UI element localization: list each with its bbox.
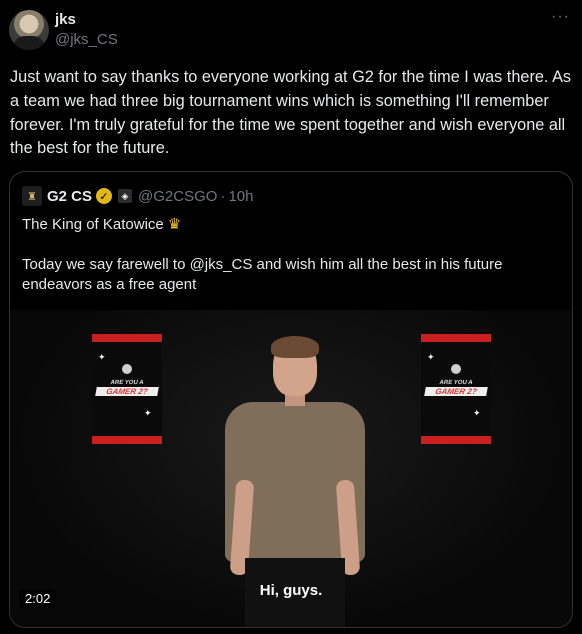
quoted-tweet-header: ♜ G2 CS ✓ ◈ @G2CSGO · 10h [22,186,253,206]
poster-body: ✦ ARE YOU A GAMER 2? ✦ [92,342,162,436]
tweet[interactable]: jks @jks_CS ··· Just want to say thanks … [0,0,582,634]
crown-icon: ♛ [167,216,182,233]
quoted-author-name[interactable]: G2 CS [47,188,92,205]
poster-line2: GAMER 2? [95,387,159,396]
sparkle-icon: ✦ [473,408,481,418]
quoted-author-handle[interactable]: @G2CSGO [138,188,217,205]
poster-line2: GAMER 2? [424,387,488,396]
subject-hair [271,336,319,358]
poster-bar-top [92,334,162,342]
g2-poster-logo-icon [451,364,461,374]
poster-line1: ARE YOU A [109,380,145,386]
verified-badge-icon: ✓ [96,188,113,204]
poster-line1: ARE YOU A [438,380,474,386]
quoted-tweet-text: Today we say farewell to @jks_CS and wis… [22,256,503,293]
quoted-tweet[interactable]: ♜ G2 CS ✓ ◈ @G2CSGO · 10h The King of Ka… [9,171,573,628]
poster-right: ✦ ARE YOU A GAMER 2? ✦ [421,334,491,444]
quoted-headline: The King of Katowice ♛ [22,215,182,234]
more-options-icon[interactable]: ··· [551,8,570,26]
poster-bar-bottom [92,436,162,444]
sparkle-icon: ✦ [98,352,106,362]
g2-logo-icon[interactable]: ♜ [22,186,42,206]
tweet-text: Just want to say thanks to everyone work… [10,68,572,158]
poster-bar-top [421,334,491,342]
poster-left: ✦ ARE YOU A GAMER 2? ✦ [92,334,162,444]
affiliation-badge-icon: ◈ [118,189,133,203]
video-player[interactable]: ✦ ARE YOU A GAMER 2? ✦ ✦ ARE YOU A GAMER… [10,310,572,627]
author-avatar[interactable] [9,10,49,50]
video-duration: 2:02 [19,589,57,608]
quoted-timestamp[interactable]: 10h [228,188,253,205]
separator-dot: · [220,187,226,205]
avatar-shirt [13,36,45,50]
poster-bar-bottom [421,436,491,444]
video-caption: Hi, guys. [259,582,323,599]
sparkle-icon: ✦ [144,408,152,418]
author-handle[interactable]: @jks_CS [55,31,118,48]
sparkle-icon: ✦ [427,352,435,362]
g2-poster-logo-icon [122,364,132,374]
poster-body: ✦ ARE YOU A GAMER 2? ✦ [421,342,491,436]
quoted-headline-text: The King of Katowice [22,215,164,233]
author-display-name[interactable]: jks [55,11,76,28]
